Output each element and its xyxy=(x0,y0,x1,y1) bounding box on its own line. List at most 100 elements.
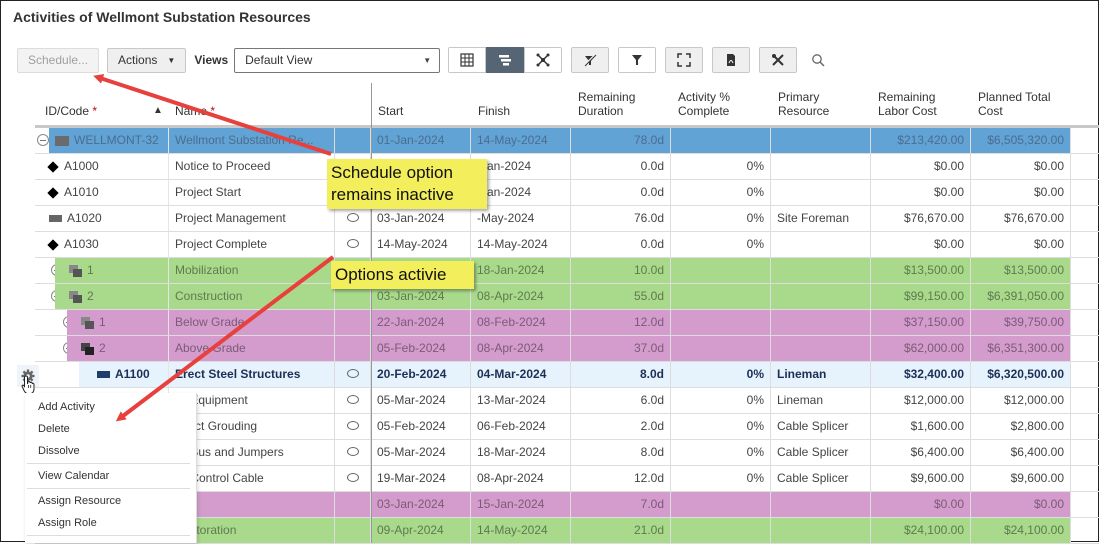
cell-name: Above Grade xyxy=(169,336,335,361)
cell-id: A1000 xyxy=(35,154,169,179)
clear-filter-button[interactable] xyxy=(571,47,610,73)
cell-finish: 08-Apr-2024 xyxy=(471,336,571,361)
table-row[interactable]: 1 Mobilization 18-Jan-2024 10.0d $13,500.00 $… xyxy=(35,258,1099,284)
cell-primary-resource: Cable Splicer xyxy=(771,440,871,465)
cell-planned-total-cost: $6,391,050.00 xyxy=(971,284,1071,309)
schedule-button[interactable]: Schedule... xyxy=(17,47,100,73)
table-row[interactable]: A1030 Project Complete 14-May-2024 14-May-2… xyxy=(35,232,1099,258)
caret-down-icon: ▼ xyxy=(423,55,432,65)
notebook-icon[interactable] xyxy=(346,473,359,482)
table-row[interactable]: 1 Below Grade 22-Jan-2024 08-Feb-2024 12.0d $… xyxy=(35,310,1099,336)
cell-notes xyxy=(335,206,371,231)
cell-remaining-duration: 10.0d xyxy=(571,258,671,283)
cell-name: Project Start xyxy=(169,180,335,205)
cell-remaining-duration: 21.0d xyxy=(571,518,671,543)
table-row[interactable]: A1020 Project Management 03-Jan-2024 -May-2… xyxy=(35,206,1099,232)
cell-start: 14-May-2024 xyxy=(371,232,471,257)
header-activity-complete[interactable]: Activity % Complete xyxy=(678,90,730,118)
header-planned-total-cost[interactable]: Planned Total Cost xyxy=(978,90,1051,118)
cell-name: Erect Steel Structures xyxy=(169,362,335,387)
collapse-icon[interactable] xyxy=(37,134,49,146)
table-row[interactable]: 2 Construction 03-Jan-2024 08-Apr-2024 55.0d… xyxy=(35,284,1099,310)
actions-button[interactable]: Actions ▼ xyxy=(107,47,187,73)
cell-primary-resource: Cable Splicer xyxy=(771,414,871,439)
menu-item-assign-role[interactable]: Assign Role xyxy=(25,512,196,534)
caret-down-icon: ▼ xyxy=(167,55,176,65)
header-start[interactable]: Start xyxy=(378,104,403,118)
menu-item-assign-resource[interactable]: Assign Resource xyxy=(25,490,196,512)
sort-ascending-icon[interactable]: ▲ xyxy=(153,105,163,116)
cell-remaining-labor-cost: $62,000.00 xyxy=(871,336,971,361)
table-row[interactable]: A1010 Project Start -Jan-2024 0.0d 0% $0.00 $0… xyxy=(35,180,1099,206)
cell-remaining-labor-cost: $12,000.00 xyxy=(871,388,971,413)
cell-start: 05-Feb-2024 xyxy=(371,414,471,439)
pdf-export-icon xyxy=(727,54,736,66)
cell-notes xyxy=(335,414,371,439)
cell-activity-complete xyxy=(671,492,771,517)
table-row[interactable]: WELLMONT-32 Wellmont Substation Re... 01-J… xyxy=(35,128,1099,154)
pdf-export-button[interactable] xyxy=(712,47,751,73)
cell-remaining-duration: 8.0d xyxy=(571,440,671,465)
notebook-icon[interactable] xyxy=(346,213,359,222)
tools-icon xyxy=(772,54,784,66)
cell-id: WELLMONT-32 xyxy=(49,128,169,153)
cell-remaining-labor-cost: $213,420.00 xyxy=(871,128,971,153)
cell-finish: 08-Apr-2024 xyxy=(471,466,571,491)
notebook-icon[interactable] xyxy=(346,421,359,430)
notebook-icon[interactable] xyxy=(346,395,359,404)
header-finish[interactable]: Finish xyxy=(478,104,510,118)
cell-remaining-duration: 12.0d xyxy=(571,310,671,335)
cell-remaining-labor-cost: $0.00 xyxy=(871,180,971,205)
views-selected: Default View xyxy=(245,53,313,67)
callout-schedule-inactive: Schedule option remains inactive xyxy=(327,159,487,209)
cell-start: 03-Jan-2024 xyxy=(371,206,471,231)
cell-notes xyxy=(335,440,371,465)
menu-item-view-calendar[interactable]: View Calendar xyxy=(25,465,196,487)
grid-view-button[interactable] xyxy=(448,47,487,73)
table-row[interactable]: A1000 Notice to Proceed -Jan-2024 0.0d 0% $0.… xyxy=(35,154,1099,180)
frozen-column-divider[interactable] xyxy=(371,83,372,543)
cell-name: Project Management xyxy=(169,206,335,231)
cell-finish: 14-May-2024 xyxy=(471,232,571,257)
filter-button[interactable] xyxy=(618,47,657,73)
menu-item-delete[interactable]: Delete xyxy=(25,418,196,440)
fullscreen-button[interactable] xyxy=(665,47,704,73)
cell-start: 03-Jan-2024 xyxy=(371,492,471,517)
cell-remaining-labor-cost: $32,400.00 xyxy=(871,362,971,387)
search-button[interactable] xyxy=(808,50,828,70)
cell-name: Project Complete xyxy=(169,232,335,257)
cell-id: 1 xyxy=(67,310,169,335)
notebook-icon[interactable] xyxy=(346,447,359,456)
network-view-button[interactable] xyxy=(524,47,563,73)
cell-activity-complete: 0% xyxy=(671,414,771,439)
header-remaining-labor-cost[interactable]: Remaining Labor Cost xyxy=(878,90,937,118)
menu-item-add-activity[interactable]: Add Activity xyxy=(25,396,196,418)
task-icon xyxy=(49,215,62,222)
fullscreen-icon xyxy=(677,53,691,67)
cell-primary-resource xyxy=(771,284,871,309)
cell-remaining-duration: 2.0d xyxy=(571,414,671,439)
cell-activity-complete: 0% xyxy=(671,180,771,205)
actions-label: Actions xyxy=(118,53,158,67)
notebook-icon[interactable] xyxy=(346,239,359,248)
cell-planned-total-cost: $6,320,500.00 xyxy=(971,362,1071,387)
page-title: Activities of Wellmont Substation Resour… xyxy=(13,9,311,25)
header-id[interactable]: ID/Code * xyxy=(45,104,97,118)
notebook-icon[interactable] xyxy=(346,369,359,378)
header-remaining-duration[interactable]: Remaining Duration xyxy=(578,90,635,118)
cell-notes xyxy=(335,128,371,153)
tools-button[interactable] xyxy=(759,47,798,73)
header-primary-resource[interactable]: Primary Resource xyxy=(778,90,829,118)
toolbar: Schedule... Actions ▼ Views Default View… xyxy=(17,47,828,73)
project-folder-icon xyxy=(55,135,69,146)
cell-remaining-duration: 78.0d xyxy=(571,128,671,153)
cell-planned-total-cost: $9,600.00 xyxy=(971,466,1071,491)
cell-planned-total-cost: $6,505,320.00 xyxy=(971,128,1071,153)
grid-header: ID/Code * ▲ Name * Start Finish Remainin… xyxy=(35,83,1099,128)
table-row[interactable]: A1100 Erect Steel Structures 20-Feb-2024 04… xyxy=(35,362,1099,388)
gantt-view-button[interactable] xyxy=(486,47,525,73)
table-row[interactable]: 2 Above Grade 05-Feb-2024 08-Apr-2024 37.0d $… xyxy=(35,336,1099,362)
header-name[interactable]: Name * xyxy=(175,104,215,118)
views-select[interactable]: Default View ▼ xyxy=(234,47,441,73)
menu-item-dissolve[interactable]: Dissolve xyxy=(25,440,196,462)
